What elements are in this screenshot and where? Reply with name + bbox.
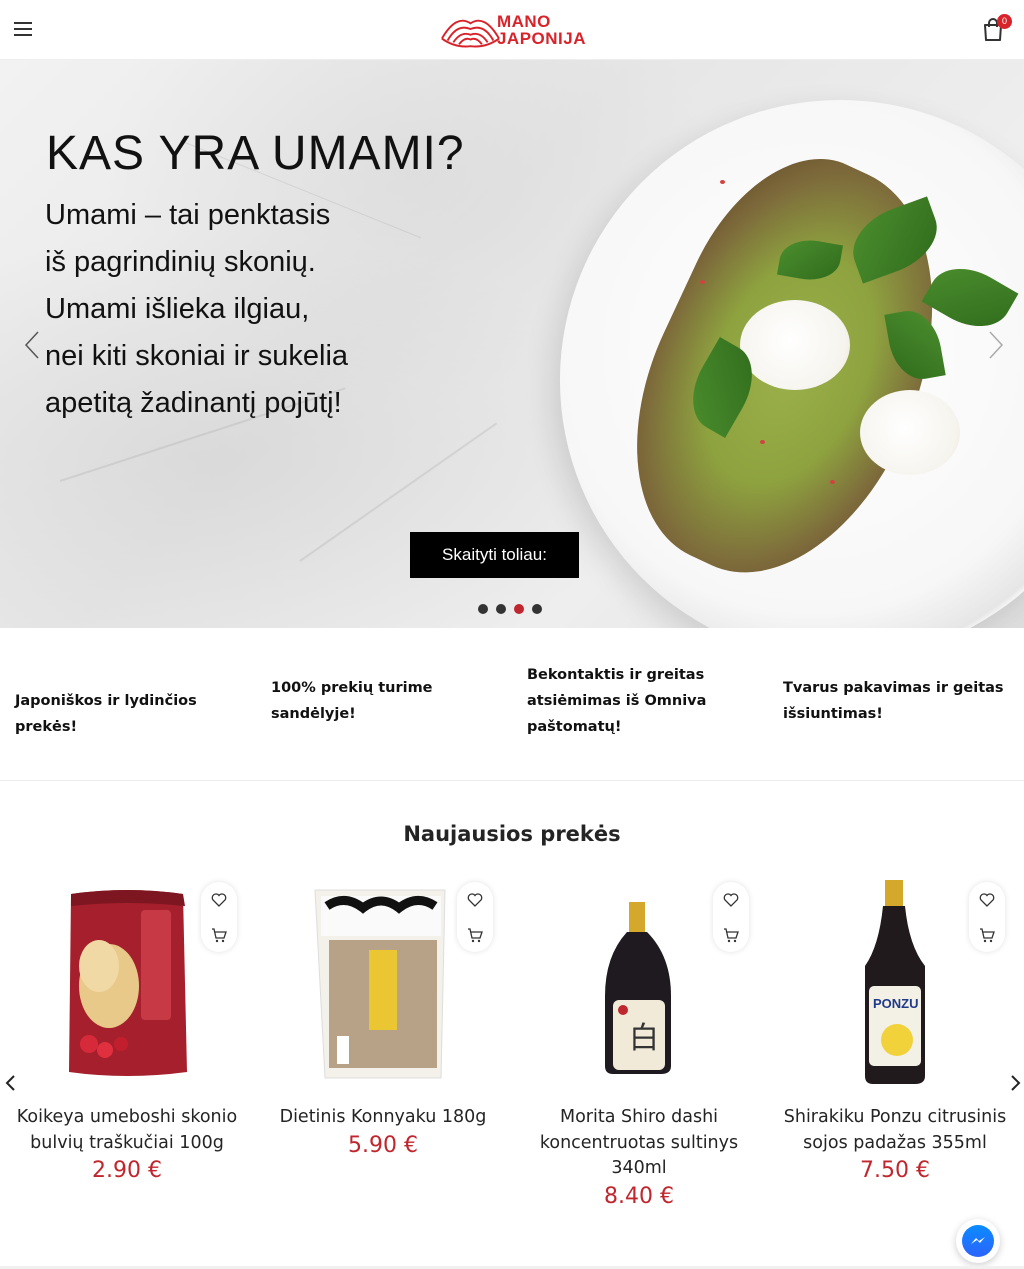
slider-dot[interactable] — [532, 604, 542, 614]
product-card[interactable]: Dietinis Konnyaku 180g 5.90 € — [265, 876, 501, 1158]
heart-icon[interactable] — [211, 892, 227, 908]
add-to-cart-icon[interactable] — [723, 927, 739, 943]
slider-dot-active[interactable] — [514, 604, 524, 614]
add-to-cart-icon[interactable] — [467, 927, 483, 943]
product-image[interactable]: 白 — [521, 876, 757, 1098]
messenger-icon — [962, 1225, 994, 1257]
product-name[interactable]: Shirakiku Ponzu citrusinis sojos padažas… — [777, 1105, 1013, 1156]
product-image[interactable] — [265, 876, 501, 1098]
site-logo[interactable]: MANO JAPONIJA — [440, 8, 586, 52]
hero-title: KAS YRA UMAMI? — [46, 127, 465, 180]
svg-text:白: 白 — [629, 1021, 659, 1056]
pepper-fleck — [720, 180, 725, 184]
product-name[interactable]: Koikeya umeboshi skonio bulvių traškučia… — [9, 1105, 245, 1156]
feature-sustainable-packaging: Tvarus pakavimas ir geitas išsiuntimas! — [783, 680, 1004, 722]
slider-dot[interactable] — [478, 604, 488, 614]
product-image[interactable] — [9, 876, 245, 1098]
egg-image — [860, 390, 960, 475]
cart-count-badge: 0 — [997, 14, 1012, 29]
heart-icon[interactable] — [979, 892, 995, 908]
messenger-chat-button[interactable] — [956, 1219, 1000, 1263]
product-card[interactable]: Koikeya umeboshi skonio bulvių traškučia… — [9, 876, 245, 1183]
feature-omniva-pickup: Bekontaktis ir greitas atsiėmimas iš Omn… — [527, 667, 707, 735]
read-more-button[interactable]: Skaityti toliau: — [410, 532, 579, 578]
product-card[interactable]: 白 Morita Shiro dashi koncentruotas sulti… — [521, 876, 757, 1209]
product-actions — [713, 882, 749, 952]
product-image[interactable]: PONZU — [777, 876, 1013, 1098]
section-title: Naujausios prekės — [403, 822, 621, 846]
add-to-cart-icon[interactable] — [211, 927, 227, 943]
hero-text: Umami – tai penktasis iš pagrindinių sko… — [45, 199, 349, 419]
chevron-left-icon[interactable] — [22, 330, 42, 360]
pepper-fleck — [700, 280, 705, 284]
slider-dot[interactable] — [496, 604, 506, 614]
product-name[interactable]: Dietinis Konnyaku 180g — [265, 1105, 501, 1131]
chevron-right-icon[interactable] — [986, 330, 1006, 360]
product-price: 7.50 € — [860, 1158, 930, 1183]
product-actions — [201, 882, 237, 952]
feature-japanese-goods: Japoniškos ir lydinčios prekės! — [15, 693, 197, 735]
pepper-fleck — [830, 480, 835, 484]
logo-line-2: JAPONIJA — [496, 29, 586, 48]
pepper-fleck — [760, 440, 765, 444]
features-bar: Japoniškos ir lydinčios prekės! 100% pre… — [0, 628, 1024, 781]
product-price: 5.90 € — [348, 1132, 418, 1158]
add-to-cart-icon[interactable] — [979, 927, 995, 943]
heart-icon[interactable] — [723, 892, 739, 908]
product-actions — [457, 882, 493, 952]
svg-text:PONZU: PONZU — [873, 996, 919, 1011]
wave-logo-icon — [441, 19, 500, 48]
heart-icon[interactable] — [467, 892, 483, 908]
slider-pagination — [478, 604, 542, 614]
product-card[interactable]: PONZU Shirakiku Ponzu citrusinis sojos p… — [777, 876, 1013, 1183]
logo-line-1: MANO — [496, 12, 551, 31]
menu-icon[interactable] — [14, 22, 32, 38]
product-price: 2.90 € — [92, 1158, 162, 1183]
product-name[interactable]: Morita Shiro dashi koncentruotas sultiny… — [521, 1105, 757, 1182]
product-actions — [969, 882, 1005, 952]
site-header: MANO JAPONIJA 0 — [0, 0, 1024, 60]
product-price: 8.40 € — [604, 1183, 674, 1209]
hero-slider: KAS YRA UMAMI? Umami – tai penktasis iš … — [0, 60, 1024, 628]
shopping-bag-icon[interactable]: 0 — [982, 14, 1012, 44]
feature-in-stock: 100% prekių turime sandėlyje! — [271, 680, 433, 722]
logo-wordmark: MANO JAPONIJA — [497, 13, 586, 47]
egg-image — [740, 300, 850, 390]
